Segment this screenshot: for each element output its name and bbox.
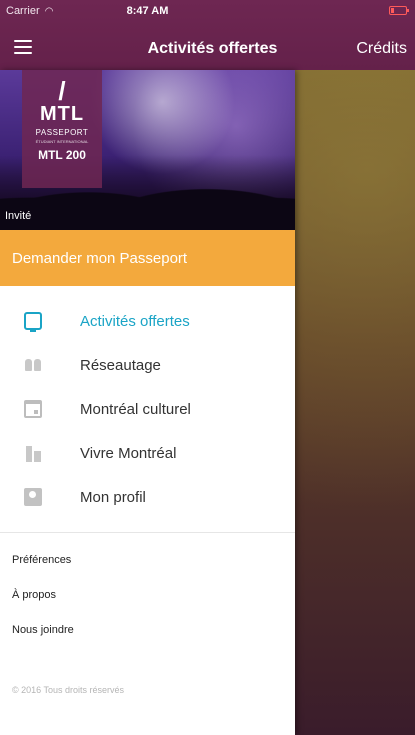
request-passport-button[interactable]: Demander mon Passeport xyxy=(0,230,295,286)
page-title: Activités offertes xyxy=(147,40,278,57)
people-icon xyxy=(24,356,42,374)
logo-passeport: PASSEPORT xyxy=(35,128,89,137)
guest-label: Invité xyxy=(5,210,32,222)
menu-item-montreal-culturel[interactable]: Montréal culturel xyxy=(0,390,295,434)
menu-item-label: Montréal culturel xyxy=(80,401,191,418)
mtl-passeport-logo: / MTL PASSEPORT ÉTUDIANT INTERNATIONAL M… xyxy=(22,70,102,188)
menu-item-activites-offertes[interactable]: Activités offertes xyxy=(0,302,295,346)
menu-item-mon-profil[interactable]: Mon profil xyxy=(0,478,295,522)
about-link[interactable]: À propos xyxy=(12,589,282,624)
calendar-icon xyxy=(24,400,42,418)
preferences-link[interactable]: Préférences xyxy=(12,554,282,589)
screen-icon xyxy=(24,312,42,332)
credits-button[interactable]: Crédits xyxy=(356,40,407,58)
top-bar: Carrier ◠ 8:47 AM Activités offertes Cré… xyxy=(0,0,415,70)
contact-link[interactable]: Nous joindre xyxy=(12,624,282,659)
battery-icon xyxy=(389,6,409,15)
logo-mtl: MTL xyxy=(39,103,85,125)
city-icon xyxy=(24,444,42,462)
menu-item-label: Réseautage xyxy=(80,357,161,374)
menu-item-vivre-montreal[interactable]: Vivre Montréal xyxy=(0,434,295,478)
battery-level xyxy=(391,8,394,13)
menu-item-reseautage[interactable]: Réseautage xyxy=(0,346,295,390)
side-drawer: / MTL PASSEPORT ÉTUDIANT INTERNATIONAL M… xyxy=(0,70,295,735)
logo-slash: / xyxy=(58,76,66,106)
profile-icon xyxy=(24,488,42,506)
status-bar: Carrier ◠ 8:47 AM xyxy=(0,4,415,20)
logo-year: MTL 200 xyxy=(38,148,86,162)
hero-image: / MTL PASSEPORT ÉTUDIANT INTERNATIONAL M… xyxy=(0,70,295,230)
copyright-text: © 2016 Tous droits réservés xyxy=(12,685,125,695)
content-overlay[interactable] xyxy=(295,70,415,735)
drawer-divider xyxy=(0,532,295,533)
logo-subtitle: ÉTUDIANT INTERNATIONAL xyxy=(35,139,89,144)
menu-item-label: Mon profil xyxy=(80,489,146,506)
menu-item-label: Activités offertes xyxy=(80,313,190,330)
menu-item-label: Vivre Montréal xyxy=(80,445,177,462)
secondary-links: Préférences À propos Nous joindre xyxy=(12,554,282,659)
drawer-menu: Activités offertes Réseautage Montréal c… xyxy=(0,302,295,522)
status-time: 8:47 AM xyxy=(126,5,169,17)
